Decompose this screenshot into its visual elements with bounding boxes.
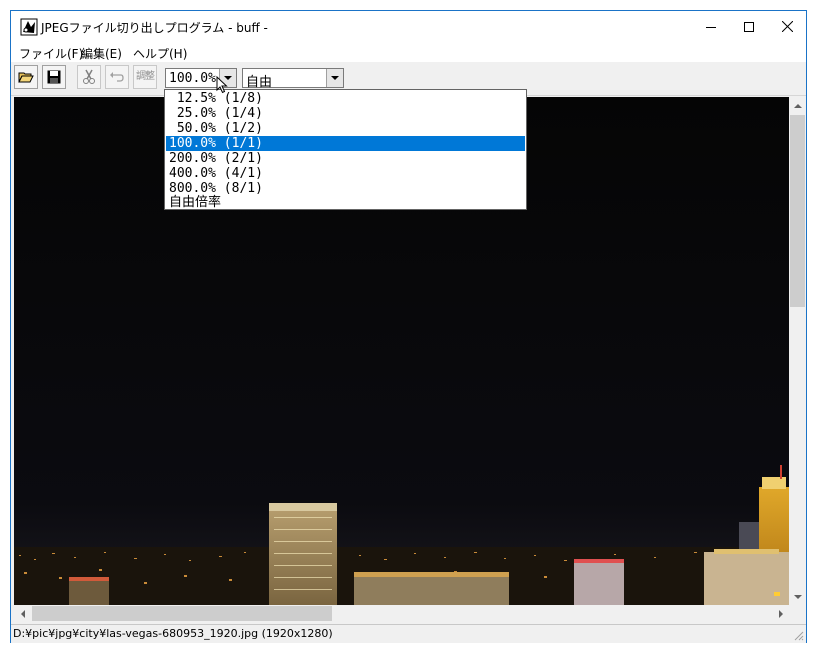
save-icon: [47, 70, 61, 84]
maximize-icon: [744, 21, 754, 32]
undo-icon: [110, 72, 124, 82]
menu-bar: ファイル(F) 編集(E) ヘルプ(H): [11, 42, 806, 62]
adjust-button[interactable]: 調整: [133, 65, 157, 89]
status-file-path: D:¥pic¥jpg¥city¥las-vegas-680953_1920.jp…: [13, 627, 333, 640]
zoom-option[interactable]: 400.0% (4/1): [166, 166, 525, 181]
close-icon: [781, 21, 793, 32]
zoom-option[interactable]: 50.0% (1/2): [166, 121, 525, 136]
close-button[interactable]: [768, 11, 806, 42]
vertical-scroll-thumb[interactable]: [790, 115, 805, 307]
chevron-down-icon: [793, 594, 802, 599]
zoom-value: 100.0%: [169, 71, 216, 86]
save-button[interactable]: [42, 65, 66, 89]
zoom-option[interactable]: 25.0% (1/4): [166, 106, 525, 121]
aspect-combo[interactable]: 自由: [242, 68, 344, 90]
menu-edit[interactable]: 編集(E): [81, 45, 122, 62]
menu-file[interactable]: ファイル(F): [19, 45, 83, 62]
title-bar[interactable]: JPEGファイル切り出しプログラム - buff -: [11, 11, 806, 42]
window-controls: [692, 11, 806, 42]
undo-button[interactable]: [105, 65, 129, 89]
status-bar: D:¥pic¥jpg¥city¥las-vegas-680953_1920.jp…: [11, 624, 806, 643]
scroll-corner: [789, 605, 806, 622]
chevron-up-icon: [793, 103, 802, 108]
scroll-up-button[interactable]: [789, 97, 806, 114]
minimize-button-ctl[interactable]: [692, 11, 730, 42]
zoom-option[interactable]: 800.0% (8/1): [166, 181, 525, 196]
scissors-icon: [83, 69, 95, 84]
chevron-down-icon: [331, 76, 339, 80]
aspect-dropdown-button[interactable]: [326, 69, 343, 87]
zoom-dropdown-list: 12.5% (1/8) 25.0% (1/4) 50.0% (1/2) 100.…: [164, 89, 527, 210]
horizontal-scrollbar[interactable]: [14, 605, 789, 622]
scroll-right-button[interactable]: [772, 605, 789, 622]
folder-open-icon: [18, 72, 34, 83]
app-icon: [20, 18, 38, 36]
zoom-option-custom[interactable]: 自由倍率: [166, 195, 525, 210]
resize-grip-icon[interactable]: [792, 629, 804, 641]
minimize-icon: [706, 26, 716, 28]
chevron-left-icon: [20, 609, 25, 618]
zoom-option[interactable]: 200.0% (2/1): [166, 151, 525, 166]
horizontal-scroll-thumb[interactable]: [32, 606, 332, 621]
scroll-down-button[interactable]: [789, 588, 806, 605]
adjust-label: 調整: [136, 71, 155, 82]
chevron-right-icon: [778, 609, 783, 618]
mouse-cursor-icon: [216, 76, 228, 94]
zoom-option-selected[interactable]: 100.0% (1/1): [166, 136, 525, 151]
maximize-button-ctl[interactable]: [730, 11, 768, 42]
vertical-scrollbar[interactable]: [789, 97, 806, 605]
cut-button[interactable]: [77, 65, 101, 89]
window-title: JPEGファイル切り出しプログラム - buff -: [41, 21, 268, 35]
menu-help[interactable]: ヘルプ(H): [133, 45, 187, 62]
open-button[interactable]: [14, 65, 38, 89]
scroll-left-button[interactable]: [14, 605, 31, 622]
aspect-value: 自由: [246, 75, 273, 90]
